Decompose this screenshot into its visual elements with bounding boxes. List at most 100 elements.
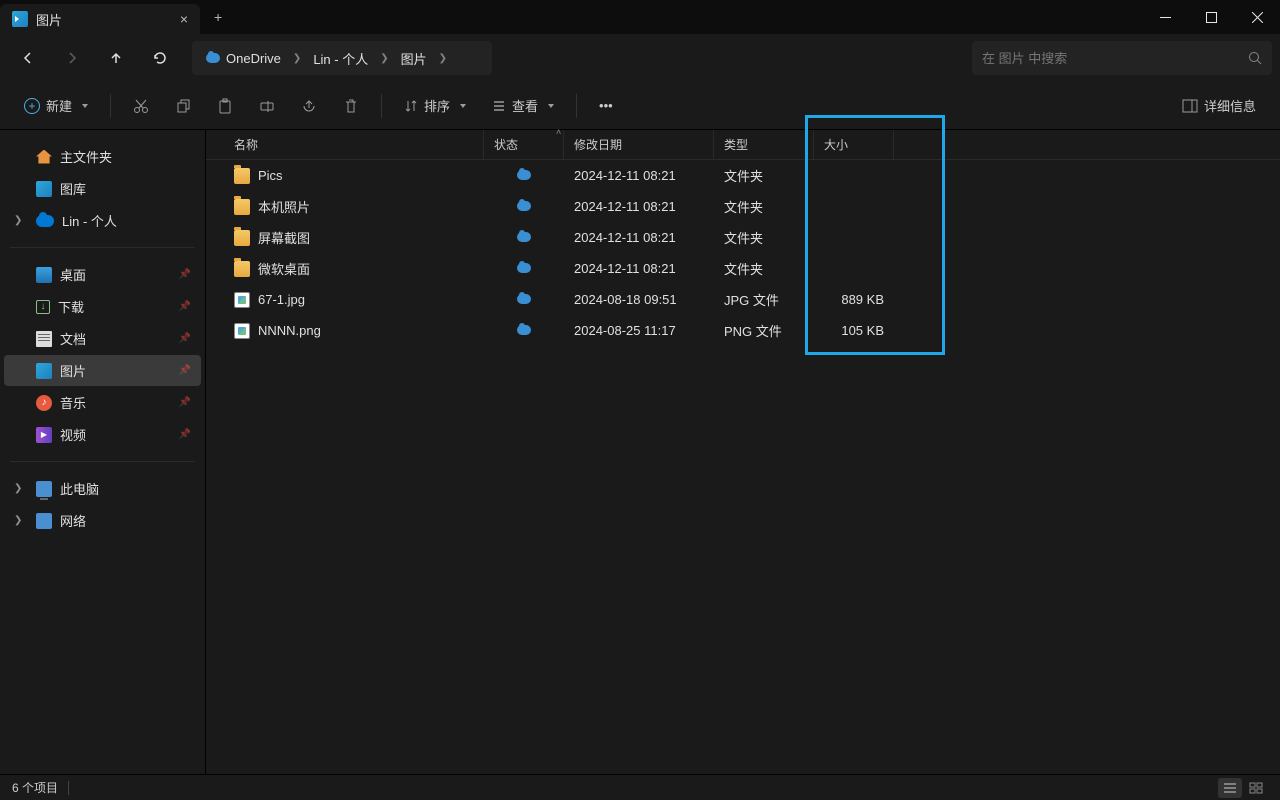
file-type: 文件夹	[714, 166, 814, 185]
file-status	[484, 261, 564, 276]
plus-icon: +	[24, 98, 40, 114]
crumb-2[interactable]: 图片	[395, 49, 433, 68]
sidebar-gallery[interactable]: 图库	[4, 173, 201, 204]
file-row[interactable]: 67-1.jpg2024-08-18 09:51JPG 文件889 KB	[206, 284, 1280, 315]
folder-icon	[234, 199, 250, 215]
sidebar-desktop[interactable]: 桌面📌	[4, 259, 201, 290]
up-button[interactable]	[96, 40, 136, 76]
gallery-icon	[36, 181, 52, 197]
back-button[interactable]	[8, 40, 48, 76]
pictures-icon	[12, 11, 28, 27]
sidebar-downloads[interactable]: 下载📌	[4, 291, 201, 322]
sort-indicator-icon: ˄	[556, 127, 561, 137]
thumbnails-view-button[interactable]	[1244, 778, 1268, 798]
rename-button[interactable]	[249, 89, 285, 123]
home-icon	[36, 150, 52, 164]
chevron-right-icon[interactable]: ❯	[14, 215, 22, 226]
sidebar-documents[interactable]: 文档📌	[4, 323, 201, 354]
close-button[interactable]	[1234, 0, 1280, 34]
cut-button[interactable]	[123, 89, 159, 123]
pin-icon: 📌	[179, 269, 191, 280]
file-status	[484, 323, 564, 338]
copy-button[interactable]	[165, 89, 201, 123]
paste-button[interactable]	[207, 89, 243, 123]
file-status	[484, 168, 564, 183]
close-tab-button[interactable]: ×	[180, 11, 188, 27]
sidebar-pictures[interactable]: 图片📌	[4, 355, 201, 386]
sidebar-onedrive[interactable]: ❯Lin - 个人	[4, 205, 201, 236]
crumb-0[interactable]: OneDrive	[226, 51, 281, 66]
chevron-right-icon[interactable]: ❯	[14, 483, 22, 494]
sort-button[interactable]: 排序	[394, 89, 476, 123]
details-view-button[interactable]	[1218, 778, 1242, 798]
search-box[interactable]	[972, 41, 1272, 75]
separator	[110, 94, 111, 118]
sidebar-thispc[interactable]: ❯此电脑	[4, 473, 201, 504]
pin-icon: 📌	[179, 301, 191, 312]
file-type: 文件夹	[714, 228, 814, 247]
separator	[10, 247, 195, 248]
window-tab[interactable]: 图片 ×	[0, 4, 200, 34]
more-button[interactable]: •••	[589, 89, 623, 123]
folder-icon	[234, 261, 250, 277]
maximize-button[interactable]	[1188, 0, 1234, 34]
separator	[10, 461, 195, 462]
file-name: Pics	[258, 168, 283, 183]
file-name: 微软桌面	[258, 259, 310, 278]
sidebar-music[interactable]: 音乐📌	[4, 387, 201, 418]
statusbar: 6 个项目	[0, 774, 1280, 800]
file-date: 2024-12-11 08:21	[564, 199, 714, 214]
onedrive-icon	[36, 215, 54, 227]
forward-button[interactable]	[52, 40, 92, 76]
folder-icon	[234, 168, 250, 184]
pc-icon	[36, 481, 52, 497]
delete-button[interactable]	[333, 89, 369, 123]
crumb-1[interactable]: Lin - 个人	[307, 49, 374, 68]
file-row[interactable]: Pics 2024-12-11 08:21文件夹	[206, 160, 1280, 191]
sidebar: 主文件夹 图库 ❯Lin - 个人 桌面📌 下载📌 文档📌 图片📌 音乐📌 视频…	[0, 130, 206, 774]
details-pane-button[interactable]: 详细信息	[1172, 89, 1266, 123]
image-icon	[234, 292, 250, 308]
column-date[interactable]: 修改日期	[564, 130, 714, 159]
file-date: 2024-12-11 08:21	[564, 168, 714, 183]
file-type: JPG 文件	[714, 290, 814, 309]
cloud-icon	[517, 325, 531, 335]
new-button[interactable]: +新建	[14, 89, 98, 123]
view-button[interactable]: 查看	[482, 89, 564, 123]
sidebar-home[interactable]: 主文件夹	[4, 141, 201, 172]
file-row[interactable]: NNNN.png2024-08-25 11:17PNG 文件105 KB	[206, 315, 1280, 346]
column-headers: ˄ 名称 状态 修改日期 类型 大小	[206, 130, 1280, 160]
toolbar: +新建 排序 查看 ••• 详细信息	[0, 82, 1280, 130]
document-icon	[36, 331, 52, 347]
navbar: OneDrive ❯ Lin - 个人 ❯ 图片 ❯	[0, 34, 1280, 82]
separator	[68, 781, 69, 795]
sidebar-videos[interactable]: 视频📌	[4, 419, 201, 450]
column-status[interactable]: 状态	[484, 130, 564, 159]
cloud-icon	[517, 263, 531, 273]
file-row[interactable]: 本机照片2024-12-11 08:21文件夹	[206, 191, 1280, 222]
cloud-icon	[517, 294, 531, 304]
search-input[interactable]	[982, 51, 1248, 66]
share-button[interactable]	[291, 89, 327, 123]
file-row[interactable]: 屏幕截图2024-12-11 08:21文件夹	[206, 222, 1280, 253]
minimize-button[interactable]	[1142, 0, 1188, 34]
breadcrumb[interactable]: OneDrive ❯ Lin - 个人 ❯ 图片 ❯	[192, 41, 492, 75]
chevron-right-icon[interactable]: ❯	[14, 515, 22, 526]
separator	[576, 94, 577, 118]
column-type[interactable]: 类型	[714, 130, 814, 159]
refresh-button[interactable]	[140, 40, 180, 76]
column-size[interactable]: 大小	[814, 130, 894, 159]
file-date: 2024-08-25 11:17	[564, 323, 714, 338]
network-icon	[36, 513, 52, 529]
cloud-icon	[517, 232, 531, 242]
file-name: NNNN.png	[258, 323, 321, 338]
sidebar-network[interactable]: ❯网络	[4, 505, 201, 536]
new-tab-button[interactable]: +	[200, 0, 236, 34]
file-date: 2024-08-18 09:51	[564, 292, 714, 307]
file-size: 105 KB	[814, 323, 894, 338]
image-icon	[234, 323, 250, 339]
chevron-right-icon: ❯	[433, 53, 453, 64]
column-name[interactable]: 名称	[224, 130, 484, 159]
file-row[interactable]: 微软桌面2024-12-11 08:21文件夹	[206, 253, 1280, 284]
video-icon	[36, 427, 52, 443]
